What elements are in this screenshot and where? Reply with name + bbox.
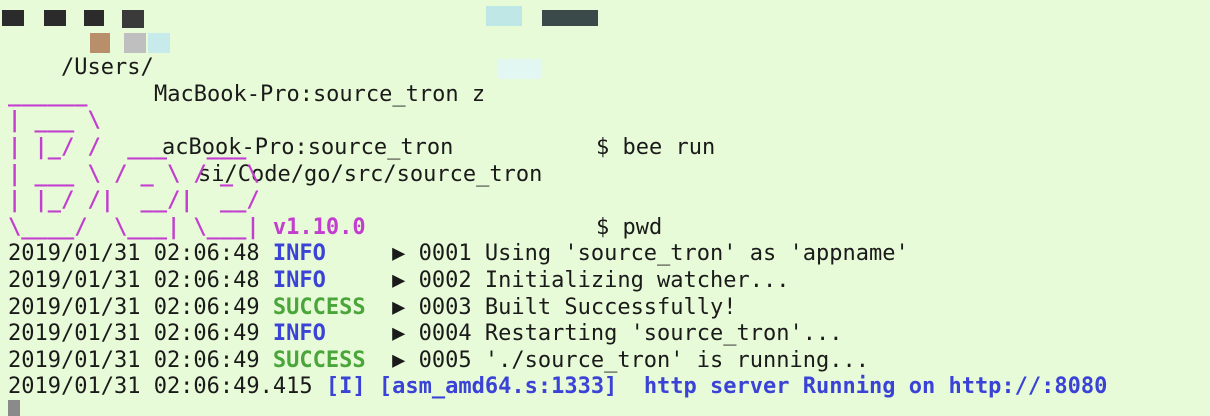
log-timestamp: 2019/01/31 02:06:48 (8, 241, 260, 267)
arrow-icon: ▶ (392, 267, 406, 293)
log-level: SUCCESS (272, 294, 366, 320)
log-timestamp: 2019/01/31 02:06:49 (8, 321, 260, 347)
version-label: v1.10.0 (272, 214, 366, 240)
log-timestamp: 2019/01/31 02:06:49 (8, 294, 260, 320)
prompt-line-pwd: acBook-Pro:source_tron $ pwd (2, 2, 1210, 240)
log-line: 2019/01/31 02:06:49 INFO ▶ 0004 Restarti… (8, 321, 1210, 348)
banner-row: | ___ \ / _ \ / _ \ (8, 161, 260, 187)
redaction-block (84, 10, 104, 26)
log-level: INFO (272, 241, 326, 267)
arrow-icon: ▶ (392, 241, 406, 267)
banner-row: | |_/ / ___ ___ (8, 134, 247, 160)
log-tag: [I] (325, 374, 366, 400)
log-message: 0003 Built Successfully! (418, 294, 737, 320)
arrow-icon: ▶ (392, 321, 406, 347)
log-timestamp: 2019/01/31 02:06:48 (8, 267, 260, 293)
redaction-block (498, 59, 542, 80)
log-source: [asm_amd64.s:1333] (378, 374, 618, 400)
log-message: 0001 Using 'source_tron' as 'appname' (418, 241, 909, 267)
log-level: SUCCESS (272, 347, 366, 373)
log-timestamp: 2019/01/31 02:06:49 (8, 347, 260, 373)
prompt-line-bee-run: MacBook-Pro:source_tron z $ bee run (8, 55, 1210, 160)
redaction-block (486, 6, 522, 26)
terminal-cursor (8, 400, 20, 416)
log-message: 0005 './source_tron' is running... (418, 347, 869, 373)
log-line: 2019/01/31 02:06:48 INFO ▶ 0002 Initiali… (8, 268, 1210, 295)
server-log-line: 2019/01/31 02:06:49.415 [I] [asm_amd64.s… (8, 374, 1210, 401)
redaction-block (122, 10, 144, 28)
redaction-block (90, 32, 110, 53)
redaction-block (148, 32, 170, 53)
log-message: 0002 Initializing watcher... (418, 267, 790, 293)
log-line: 2019/01/31 02:06:48 INFO ▶ 0001 Using 's… (8, 241, 1210, 268)
banner-row: \____/ \___| \___| (8, 214, 260, 240)
redaction-block (542, 10, 598, 26)
banner-row: | ___ \ (8, 108, 101, 134)
redaction-block (44, 10, 66, 26)
arrow-icon: ▶ (392, 347, 406, 373)
arrow-icon: ▶ (392, 294, 406, 320)
log-timestamp: 2019/01/31 02:06:49.415 (8, 374, 313, 400)
banner-row: | |_/ /| __/| __/ (8, 188, 260, 214)
banner-last-row: \____/ \___| \___| v1.10.0 (8, 215, 1210, 242)
log-message: 0004 Restarting 'source_tron'... (418, 321, 843, 347)
log-level: INFO (272, 267, 326, 293)
log-line: 2019/01/31 02:06:49 SUCCESS ▶ 0005 './so… (8, 348, 1210, 375)
banner-row: ______ (8, 81, 88, 107)
terminal-window[interactable]: acBook-Pro:source_tron $ pwd /Users/ si/… (0, 0, 1210, 416)
redaction-block (124, 32, 146, 53)
log-level: INFO (272, 321, 326, 347)
log-line: 2019/01/31 02:06:49 SUCCESS ▶ 0003 Built… (8, 295, 1210, 322)
server-message: http server Running on http://:8080 (643, 374, 1108, 400)
redaction-block (2, 10, 24, 26)
pwd-output-line: /Users/ si/Code/go/src/source_tron (8, 29, 1210, 187)
